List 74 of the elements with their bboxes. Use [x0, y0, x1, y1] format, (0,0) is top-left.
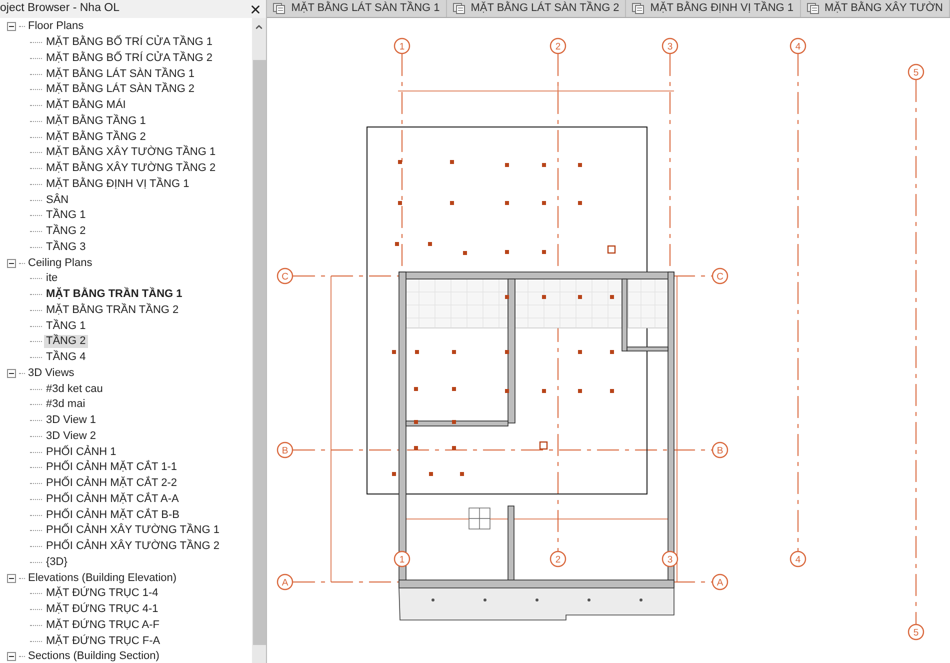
- tree-item[interactable]: MẶT ĐỨNG TRỤC F-A: [44, 634, 162, 648]
- window-drawing: [468, 508, 491, 530]
- tree-item[interactable]: MẶT BẰNG LÁT SÀN TẦNG 1: [44, 68, 197, 81]
- tree-item[interactable]: TẦNG 4: [44, 351, 88, 364]
- tree-item[interactable]: MẶT BẰNG BỐ TRÍ CỬA TẦNG 2: [44, 52, 214, 65]
- tree-item[interactable]: PHỐI CẢNH XÂY TƯỜNG TẦNG 2: [44, 540, 222, 554]
- tree-item[interactable]: MẶT BẰNG MÁI: [44, 99, 128, 112]
- tree-item[interactable]: MẶT BẰNG BỐ TRÍ CỬA TẦNG 1: [44, 36, 214, 50]
- grid-bubble: 3: [662, 550, 678, 568]
- tree-item[interactable]: PHỐI CẢNH XÂY TƯỜNG TẦNG 1: [44, 524, 222, 538]
- tree-item[interactable]: TẦNG 3: [44, 240, 88, 254]
- tree-item[interactable]: MẶT ĐỨNG TRỤC 1-4: [44, 587, 160, 600]
- tree-item[interactable]: 3D View 1: [44, 414, 98, 428]
- tree-item[interactable]: TẦNG 1: [44, 209, 88, 222]
- grid-bubble: B: [712, 442, 728, 458]
- fixture-marker: [540, 441, 548, 450]
- tree-item[interactable]: {3D}: [44, 556, 70, 569]
- tree-group[interactable]: Floor Plans: [28, 21, 84, 32]
- collapse-icon[interactable]: [7, 22, 16, 32]
- tree-item[interactable]: TẦNG 2: [44, 335, 88, 348]
- tree-group[interactable]: Sections (Building Section): [28, 651, 160, 662]
- grid-bubble: 4: [790, 550, 806, 568]
- collapse-icon[interactable]: [7, 258, 16, 268]
- grid-bubble: B: [277, 442, 294, 458]
- collapse-icon[interactable]: [7, 368, 16, 378]
- grid-bubble: 1: [394, 550, 410, 568]
- tree-group[interactable]: 3D Views: [28, 368, 74, 379]
- panel-title: oject Browser - Nha OL: [0, 1, 120, 16]
- tree-item[interactable]: PHỐI CẢNH MẶT CẮT B-B: [44, 508, 182, 522]
- grid-bubble: C: [712, 268, 728, 284]
- tree-item[interactable]: MẶT ĐỨNG TRỤC A-F: [44, 618, 162, 632]
- tree-item[interactable]: PHỐI CẢNH MẶT CẮT 1-1: [44, 461, 180, 474]
- tree-item[interactable]: MẶT BẰNG ĐỊNH VỊ TẦNG 1: [44, 178, 192, 191]
- tree-item[interactable]: MẶT BẰNG XÂY TƯỜNG TẦNG 1: [44, 146, 218, 160]
- tree-group[interactable]: Elevations (Building Elevation): [28, 572, 177, 584]
- tree-item[interactable]: TẦNG 2: [44, 225, 88, 238]
- tree-item[interactable]: SÂN: [44, 194, 71, 207]
- collapse-icon[interactable]: [7, 574, 16, 583]
- grid-bubble: 4: [790, 38, 806, 54]
- grid-bubble: 5: [908, 624, 924, 640]
- grid-bubble: 2: [550, 550, 566, 568]
- tree-item[interactable]: MẶT BẰNG TRẦN TẦNG 1: [44, 288, 184, 302]
- tree-group[interactable]: Ceiling Plans: [28, 258, 92, 269]
- tree-item[interactable]: 3D View 2: [44, 430, 98, 443]
- close-icon[interactable]: [249, 2, 262, 16]
- tree-item[interactable]: MẶT BẰNG TRẦN TẦNG 2: [44, 304, 181, 317]
- view-tab[interactable]: MẶT BẰNG XÂY TƯỜN: [800, 0, 950, 17]
- tree-item[interactable]: PHỐI CẢNH MẶT CẮT A-A: [44, 492, 181, 506]
- tree-item[interactable]: MẶT BẰNG TẦNG 1: [44, 114, 148, 128]
- view-icon: [632, 3, 644, 14]
- scroll-up-icon[interactable]: [254, 22, 264, 32]
- view-icon: [452, 3, 465, 14]
- scrollbar[interactable]: [252, 18, 266, 663]
- view-icon: [806, 3, 819, 14]
- fixture-marker: [608, 245, 616, 254]
- tree-item[interactable]: #3d ket cau: [44, 382, 105, 396]
- grid-bubble: A: [712, 574, 728, 590]
- tree-item[interactable]: ite: [44, 272, 60, 286]
- collapse-icon[interactable]: [7, 652, 16, 662]
- tree-item[interactable]: PHỐI CẢNH 1: [44, 446, 118, 459]
- grid-bubble: 3: [662, 38, 678, 54]
- tree-item[interactable]: MẶT BẰNG TẦNG 2: [44, 130, 148, 144]
- view-icon: [273, 3, 286, 14]
- tree-item[interactable]: MẶT ĐỨNG TRỤC 4-1: [44, 603, 160, 616]
- grid-bubble: 2: [550, 38, 566, 54]
- grid-bubble: 1: [394, 38, 410, 54]
- tree-item[interactable]: MẶT BẰNG LÁT SÀN TẦNG 2: [44, 83, 197, 96]
- grid-bubble: A: [277, 574, 294, 590]
- tree-item[interactable]: MẶT BẰNG XÂY TƯỜNG TẦNG 2: [44, 162, 218, 176]
- grid-bubble: 5: [908, 64, 924, 80]
- tree-item[interactable]: TẦNG 1: [44, 320, 88, 333]
- grid-bubble: C: [277, 268, 294, 284]
- tree-item[interactable]: PHỐI CẢNH MẶT CẮT 2-2: [44, 477, 180, 490]
- tree-item[interactable]: #3d mai: [44, 398, 88, 412]
